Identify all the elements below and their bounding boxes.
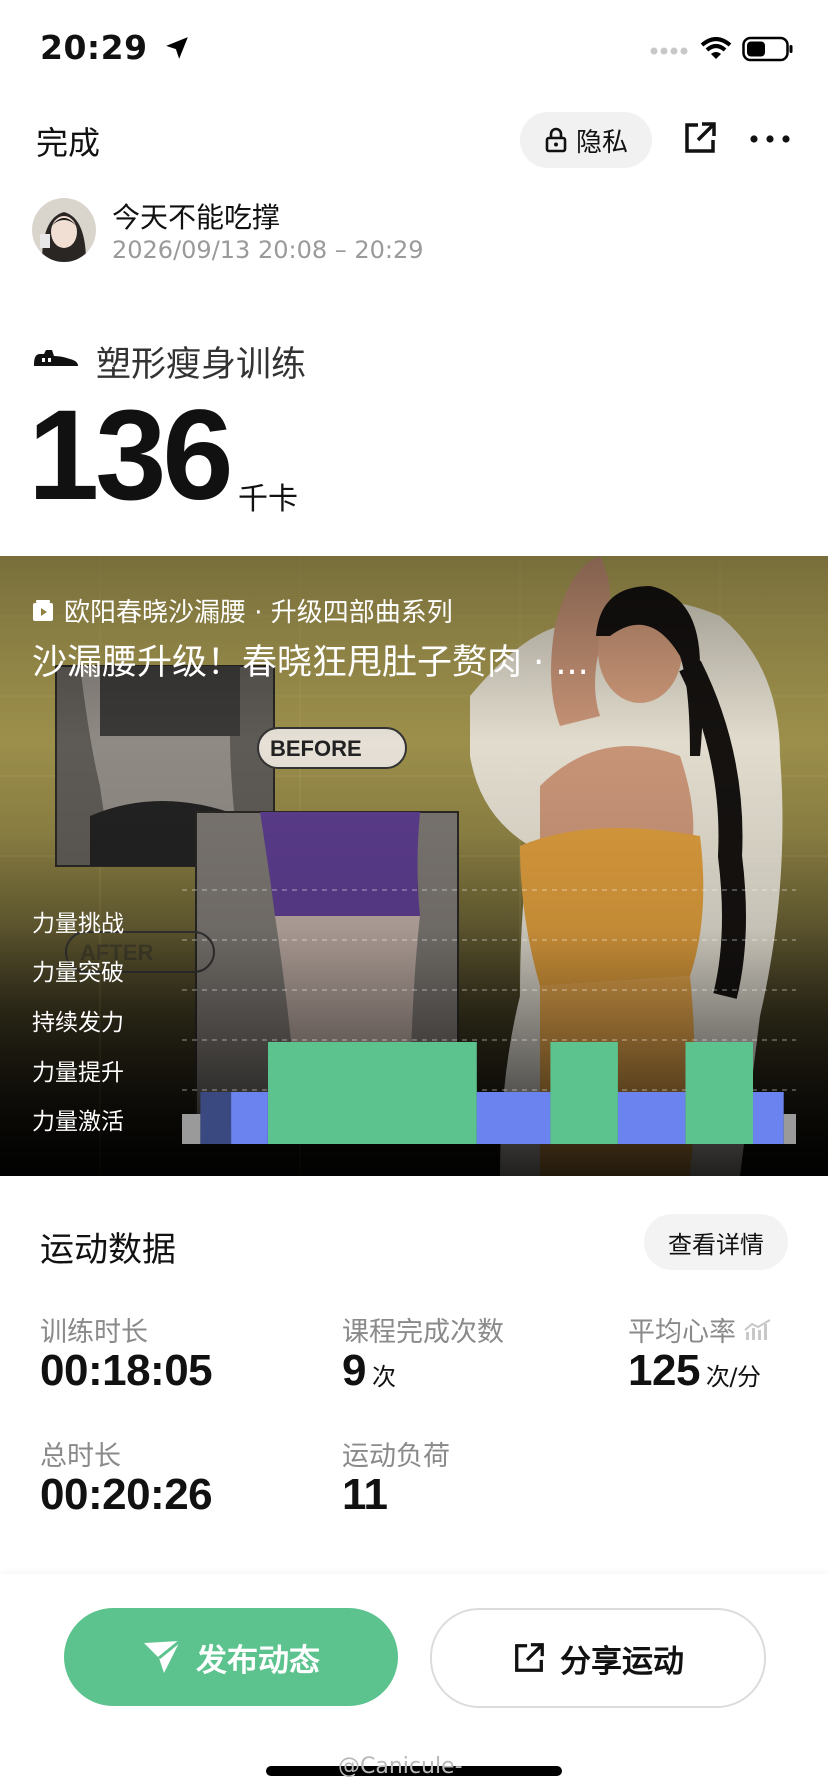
avg-hr-label: 平均心率 (628, 1317, 736, 1348)
zone-label-challenge: 力量挑战 (32, 911, 124, 937)
stats-section-title: 运动数据 (40, 1230, 176, 1270)
avatar[interactable] (32, 198, 96, 262)
load-label: 运动负荷 (342, 1441, 450, 1472)
avg-hr-value: 125 (628, 1346, 700, 1395)
share-out-button[interactable] (680, 118, 720, 158)
sneaker-icon (32, 346, 80, 374)
view-details-button[interactable]: 查看详情 (644, 1214, 788, 1270)
avatar-image (32, 198, 96, 262)
location-arrow-icon (165, 37, 188, 59)
battery-icon (742, 36, 793, 62)
avg-hr-stat: 125 次/分 (628, 1346, 761, 1396)
share-label: 分享运动 (560, 1643, 684, 1680)
completions-stat: 9次 (342, 1346, 396, 1396)
signal-dots-icon (650, 47, 688, 55)
poster-text-before: BEFORE (270, 736, 362, 761)
share-workout-button[interactable]: 分享运动 (430, 1608, 766, 1708)
heart-rate-chart-icon (744, 1318, 771, 1340)
privacy-label: 隐私 (575, 127, 628, 158)
status-icons (650, 36, 794, 62)
zone-label-improve: 力量提升 (32, 1060, 124, 1086)
privacy-button[interactable]: 隐私 (520, 112, 652, 168)
username: 今天不能吃撑 (112, 201, 281, 234)
send-icon (144, 1639, 181, 1673)
status-time: 20:29 (40, 28, 190, 67)
train-duration-label: 训练时长 (40, 1317, 148, 1348)
course-series-label: 欧阳春晓沙漏腰 · 升级四部曲系列 (64, 598, 453, 628)
wifi-icon (700, 37, 732, 59)
calories-value: 136 (28, 384, 234, 527)
zone-label-activate: 力量激活 (32, 1109, 124, 1135)
publish-post-button[interactable]: 发布动态 (64, 1608, 398, 1706)
workout-datetime: 2026/09/13 20:08 – 20:29 (112, 236, 424, 264)
avg-hr-unit: 次/分 (705, 1363, 761, 1391)
share-out-icon (685, 122, 716, 153)
course-icon (33, 599, 53, 621)
watermark: @Canicule- (338, 1754, 463, 1779)
more-button[interactable] (748, 124, 792, 154)
more-dots-icon (750, 135, 790, 143)
avg-hr-label-wrap: 平均心率 (628, 1310, 772, 1349)
calories-unit: 千卡 (238, 482, 298, 517)
train-duration-value: 00:18:05 (40, 1346, 213, 1395)
course-series[interactable]: 欧阳春晓沙漏腰 · 升级四部曲系列 (32, 592, 453, 629)
workout-title: 塑形瘦身训练 (96, 345, 307, 385)
status-time-text: 20:29 (40, 28, 148, 67)
share-icon (515, 1643, 544, 1672)
course-title: 沙漏腰升级！春晓狂甩肚子赘肉 · ... (32, 643, 589, 683)
lock-icon (545, 127, 567, 153)
zone-label-breakthrough: 力量突破 (32, 960, 124, 986)
done-button[interactable]: 完成 (36, 118, 100, 164)
completions-value: 9 (342, 1346, 366, 1395)
load-value: 11 (342, 1470, 388, 1519)
publish-label: 发布动态 (196, 1642, 320, 1679)
total-duration-label: 总时长 (40, 1441, 121, 1472)
zone-label-sustain: 持续发力 (32, 1010, 124, 1036)
completions-label: 课程完成次数 (342, 1317, 504, 1348)
completions-unit: 次 (371, 1363, 396, 1391)
total-duration-value: 00:20:26 (40, 1470, 213, 1519)
